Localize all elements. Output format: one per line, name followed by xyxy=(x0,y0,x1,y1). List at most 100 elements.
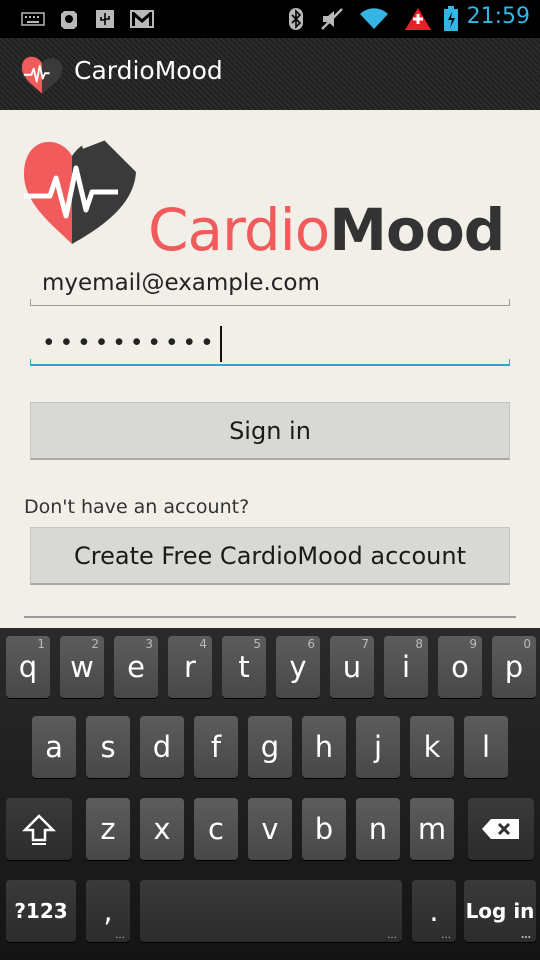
key-w[interactable]: w2 xyxy=(60,636,104,698)
key-label: y xyxy=(289,650,307,684)
email-field[interactable]: myemail@example.com xyxy=(30,262,510,306)
battery-icon xyxy=(442,6,460,31)
more-keys-indicator: … xyxy=(387,930,397,941)
key-label: a xyxy=(45,730,63,764)
key-o[interactable]: o9 xyxy=(438,636,482,698)
key-label: u xyxy=(342,650,362,684)
sign-in-button[interactable]: Sign in xyxy=(30,402,510,460)
key-hint: 7 xyxy=(361,637,369,651)
status-bar: 21:59 xyxy=(0,0,540,38)
key-label: m xyxy=(417,812,447,846)
brand-mood: Mood xyxy=(329,196,505,264)
key-hint: 3 xyxy=(145,637,153,651)
gmail-icon xyxy=(128,7,156,31)
app-logo-icon[interactable] xyxy=(20,52,64,96)
key-hint: 8 xyxy=(415,637,423,651)
more-keys-indicator: … xyxy=(521,930,531,941)
divider xyxy=(24,616,516,618)
space-key[interactable]: … xyxy=(140,880,402,942)
log-in-key[interactable]: Log in … xyxy=(464,880,536,942)
app-title: CardioMood xyxy=(74,56,223,85)
key-hint: 2 xyxy=(91,637,99,651)
key-t[interactable]: t5 xyxy=(222,636,266,698)
period-label: . xyxy=(429,894,439,928)
key-i[interactable]: i8 xyxy=(384,636,428,698)
key-label: n xyxy=(368,812,388,846)
key-m[interactable]: m xyxy=(410,798,454,860)
more-keys-indicator: … xyxy=(115,930,125,941)
key-label: b xyxy=(314,812,334,846)
period-key[interactable]: .… xyxy=(412,880,456,942)
key-label: x xyxy=(153,812,171,846)
key-y[interactable]: y6 xyxy=(276,636,320,698)
key-label: t xyxy=(238,650,250,684)
more-keys-indicator: … xyxy=(441,930,451,941)
usb-icon xyxy=(92,7,118,31)
shift-icon xyxy=(22,814,56,845)
key-v[interactable]: v xyxy=(248,798,292,860)
key-h[interactable]: h xyxy=(302,716,346,778)
key-label: e xyxy=(127,650,145,684)
key-l[interactable]: l xyxy=(464,716,508,778)
key-label: r xyxy=(184,650,196,684)
key-j[interactable]: j xyxy=(356,716,400,778)
key-u[interactable]: u7 xyxy=(330,636,374,698)
symbols-key[interactable]: ?123 xyxy=(6,880,76,942)
key-label: j xyxy=(373,730,383,764)
key-z[interactable]: z xyxy=(86,798,130,860)
password-underline xyxy=(30,359,510,366)
key-label: i xyxy=(401,650,411,684)
key-label: w xyxy=(70,650,94,684)
heart-logo-icon xyxy=(24,134,136,244)
comma-key[interactable]: ,… xyxy=(86,880,130,942)
key-k[interactable]: k xyxy=(410,716,454,778)
key-g[interactable]: g xyxy=(248,716,292,778)
key-c[interactable]: c xyxy=(194,798,238,860)
key-hint: 9 xyxy=(469,637,477,651)
comma-label: , xyxy=(103,894,113,928)
bluetooth-icon xyxy=(286,7,306,31)
key-label: f xyxy=(210,730,222,764)
key-label: z xyxy=(100,812,116,846)
password-field[interactable]: •••••••••• xyxy=(30,322,510,366)
key-label: c xyxy=(208,812,224,846)
key-q[interactable]: q1 xyxy=(6,636,50,698)
key-label: d xyxy=(152,730,172,764)
clock: 21:59 xyxy=(466,4,530,29)
key-b[interactable]: b xyxy=(302,798,346,860)
key-label: v xyxy=(261,812,279,846)
brand-wordmark: CardioMood xyxy=(148,196,505,264)
soft-keyboard: ?123 ,… … .… Log in… q1w2e3r4t5y6u7i8o9p… xyxy=(0,628,540,960)
key-label: o xyxy=(451,650,469,684)
key-hint: 6 xyxy=(307,637,315,651)
key-d[interactable]: d xyxy=(140,716,184,778)
key-p[interactable]: p0 xyxy=(492,636,536,698)
key-label: g xyxy=(260,730,280,764)
create-account-button[interactable]: Create Free CardioMood account xyxy=(30,527,510,585)
brand-cardio: Cardio xyxy=(148,196,330,264)
key-s[interactable]: s xyxy=(86,716,130,778)
key-hint: 1 xyxy=(37,637,45,651)
text-cursor xyxy=(219,326,222,362)
bug-icon xyxy=(56,7,82,31)
shift-key[interactable] xyxy=(6,798,72,860)
key-r[interactable]: r4 xyxy=(168,636,212,698)
backspace-icon xyxy=(482,819,519,839)
key-label: k xyxy=(423,730,441,764)
key-hint: 5 xyxy=(253,637,261,651)
no-account-text: Don't have an account? xyxy=(24,496,250,518)
key-label: s xyxy=(100,730,116,764)
backspace-key[interactable] xyxy=(468,798,534,860)
keyboard-icon xyxy=(20,7,46,31)
log-in-label: Log in xyxy=(465,899,535,923)
key-f[interactable]: f xyxy=(194,716,238,778)
key-e[interactable]: e3 xyxy=(114,636,158,698)
key-x[interactable]: x xyxy=(140,798,184,860)
email-underline xyxy=(30,299,510,306)
key-a[interactable]: a xyxy=(32,716,76,778)
key-label: p xyxy=(504,650,524,684)
key-n[interactable]: n xyxy=(356,798,400,860)
key-label: h xyxy=(314,730,334,764)
key-label: q xyxy=(18,650,38,684)
key-hint: 0 xyxy=(523,637,531,651)
